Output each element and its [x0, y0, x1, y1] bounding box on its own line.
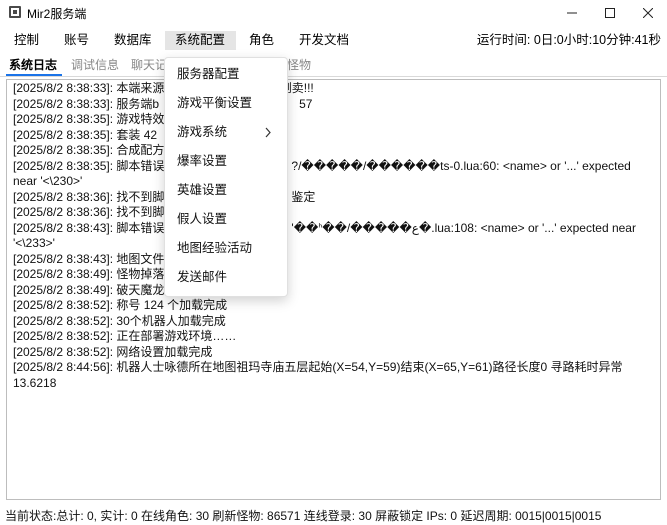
log-line: [2025/8/2 8:38:52]: 称号 124 个加载完成: [13, 298, 228, 312]
menu-item-drop-rate[interactable]: 爆率设置: [165, 147, 287, 176]
chevron-right-icon: [265, 127, 271, 138]
log-line-tail: 57: [299, 96, 313, 111]
log-line: [2025/8/2 8:38:35]: 套装 42: [13, 127, 158, 142]
log-line: [2025/8/2 8:38:52]: 网络设置加载完成: [13, 344, 213, 359]
log-line: 13.6218: [13, 375, 57, 390]
app-icon: [9, 6, 21, 18]
menu-dev-docs[interactable]: 开发文档: [293, 31, 355, 50]
menu-bar: 控制 账号 数据库 系统配置 角色 开发文档 运行时间: 0日:0小时:10分钟…: [0, 27, 667, 53]
system-log-view[interactable]: [2025/8/2 8:38:33]: 本端来源,请勿倒卖!!! [2025/8…: [6, 79, 661, 500]
menu-item-send-mail[interactable]: 发送邮件: [165, 263, 287, 292]
log-line: [2025/8/2 8:38:52]: 30个机器人加载完成: [13, 313, 226, 328]
log-line: [2025/8/2 8:38:36]: 找不到脚 鉴定: [13, 189, 316, 204]
menu-character[interactable]: 角色: [243, 31, 280, 50]
menu-item-bot-settings[interactable]: 假人设置: [165, 205, 287, 234]
close-button[interactable]: [629, 0, 667, 26]
log-line-tail: '��ᑋ��/�����ع�.lua:108: <name> or '...' …: [291, 220, 636, 235]
log-line: [2025/8/2 8:38:49]: 怪物掉落: [13, 267, 165, 281]
log-line: [2025/8/2 8:38:35]: 游戏特效: [13, 112, 165, 126]
log-lines: [2025/8/2 8:38:33]: 本端来源,请勿倒卖!!! [2025/8…: [13, 81, 653, 391]
log-line: [2025/8/2 8:38:36]: 找不到脚: [13, 205, 165, 219]
tab-debug-info[interactable]: 调试信息: [71, 57, 119, 74]
status-text: 当前状态:总计: 0, 实计: 0 在线角色: 30 刷新怪物: 86571 连…: [5, 509, 602, 523]
close-icon: [643, 8, 653, 18]
log-line: [2025/8/2 8:38:43]: 脚本错误 '��ᑋ��/�����ع�.l…: [13, 220, 636, 235]
log-line: [2025/8/2 8:38:43]: 地图文件: [13, 251, 165, 266]
title-bar: Mir2服务端: [0, 0, 667, 26]
runtime-display: 运行时间: 0日:0小时:10分钟:41秒: [476, 33, 661, 47]
log-line: [2025/8/2 8:38:35]: 脚本错误 ?/�����/������ts…: [13, 158, 631, 173]
log-line: [2025/8/2 8:38:33]: 服务端b 57: [13, 96, 313, 111]
tab-bar: 系统日志 调试信息 聊天记 怪物: [0, 54, 667, 77]
log-line: [2025/8/2 8:44:56]: 机器人士咏德所在地图祖玛寺庙五层起始(X…: [13, 360, 623, 374]
menu-control[interactable]: 控制: [8, 31, 45, 50]
menu-item-game-balance[interactable]: 游戏平衡设置: [165, 89, 287, 118]
log-line: [2025/8/2 8:38:35]: 合成配方: [13, 143, 165, 157]
menu-item-game-system[interactable]: 游戏系统: [165, 118, 287, 147]
log-line: '<\233>': [13, 236, 55, 250]
log-line-tail: ?/�����/������ts-0.lua:60: <name> or '..…: [291, 158, 631, 173]
menu-database[interactable]: 数据库: [108, 31, 158, 50]
menu-account[interactable]: 账号: [58, 31, 95, 50]
system-config-dropdown: 服务器配置 游戏平衡设置 游戏系统 爆率设置 英雄设置 假人设置 地图经验活动 …: [164, 57, 288, 297]
menu-system-config[interactable]: 系统配置: [165, 31, 236, 50]
log-line: near '<\230>': [13, 174, 83, 188]
maximize-icon: [605, 8, 615, 18]
window-title: Mir2服务端: [27, 7, 87, 21]
menu-item-hero-settings[interactable]: 英雄设置: [165, 176, 287, 205]
tab-monster[interactable]: 怪物: [287, 57, 311, 74]
status-bar: 当前状态:总计: 0, 实计: 0 在线角色: 30 刷新怪物: 86571 连…: [0, 504, 667, 525]
tab-chat[interactable]: 聊天记: [131, 57, 167, 74]
maximize-button[interactable]: [591, 0, 629, 26]
menu-item-map-exp-event[interactable]: 地图经验活动: [165, 234, 287, 263]
tab-system-log[interactable]: 系统日志: [9, 57, 57, 74]
log-line: [2025/8/2 8:38:52]: 正在部署游戏环境……: [13, 329, 237, 343]
minimize-icon: [567, 12, 577, 14]
minimize-button[interactable]: [553, 0, 591, 26]
log-line: [2025/8/2 8:38:49]: 破天魔龙: [13, 282, 165, 297]
menu-item-server-config[interactable]: 服务器配置: [165, 60, 287, 89]
active-tab-indicator: [6, 74, 62, 76]
log-line-tail: 鉴定: [291, 189, 316, 204]
log-line: [2025/8/2 8:38:33]: 本端来源,请勿倒卖!!!: [13, 81, 653, 97]
